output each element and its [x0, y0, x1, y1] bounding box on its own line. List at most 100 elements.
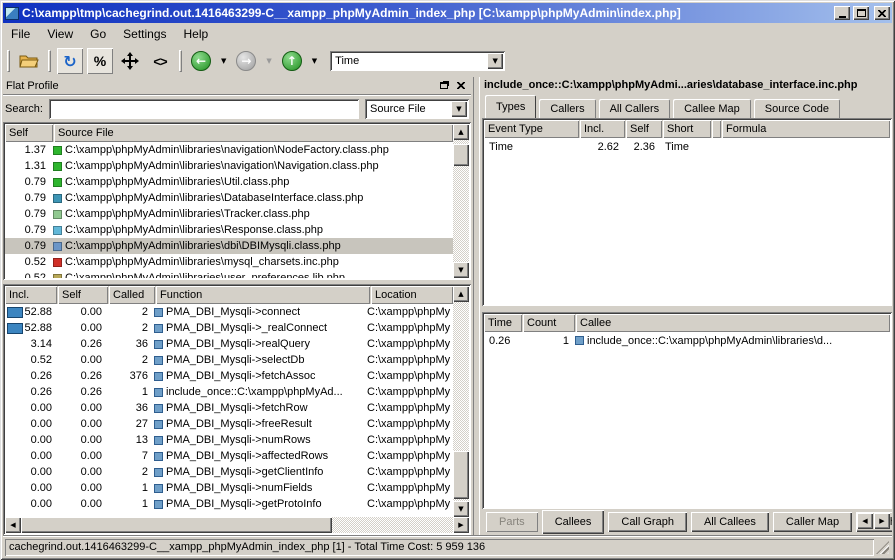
function-row[interactable]: 52.88 0.00 2 PMA_DBI_Mysqli->connect C:\…	[5, 304, 453, 320]
up-dropdown-arrow[interactable]: ▼	[312, 57, 317, 65]
column-header-self[interactable]: Self	[5, 124, 53, 142]
column-header-time[interactable]: Time	[484, 314, 522, 332]
file-row[interactable]: 0.79 C:\xampp\phpMyAdmin\libraries\Respo…	[5, 222, 453, 238]
close-button[interactable]	[874, 6, 890, 20]
file-row[interactable]: 0.79 C:\xampp\phpMyAdmin\libraries\dbi\D…	[5, 238, 453, 254]
function-row[interactable]: 3.14 0.26 36 PMA_DBI_Mysqli->realQuery C…	[5, 336, 453, 352]
function-row[interactable]: 0.00 0.00 27 PMA_DBI_Mysqli->freeResult …	[5, 416, 453, 432]
detail-tab[interactable]: Callers	[539, 99, 595, 118]
grouping-select[interactable]: Source File ▼	[365, 99, 469, 119]
file-row[interactable]: 0.79 C:\xampp\phpMyAdmin\libraries\Util.…	[5, 174, 453, 190]
file-row[interactable]: 0.79 C:\xampp\phpMyAdmin\libraries\Track…	[5, 206, 453, 222]
function-row[interactable]: 0.26 0.26 376 PMA_DBI_Mysqli->fetchAssoc…	[5, 368, 453, 384]
column-header-function[interactable]: Function	[156, 286, 370, 304]
detail-tab[interactable]: Types	[485, 95, 536, 118]
scroll-track[interactable]	[21, 517, 453, 533]
tab-scroll-right-button[interactable]: ▶	[874, 513, 890, 529]
event-type-row[interactable]: Time 2.62 2.36 Time	[484, 138, 890, 155]
scroll-track[interactable]	[453, 302, 469, 501]
detail-tab[interactable]: All Callers	[599, 99, 671, 118]
dock-close-button[interactable]	[453, 79, 468, 92]
dock-float-button[interactable]	[436, 79, 451, 92]
file-table-header: Self Source File	[5, 124, 453, 142]
scroll-thumb[interactable]	[453, 451, 469, 499]
up-button[interactable]: ↑	[279, 48, 305, 74]
forward-button[interactable]: →	[233, 48, 259, 74]
panel-splitter[interactable]	[473, 77, 480, 535]
scroll-down-button[interactable]: ▼	[453, 501, 469, 517]
maximize-button[interactable]	[853, 6, 869, 20]
function-name: PMA_DBI_Mysqli->selectDb	[166, 354, 304, 366]
scroll-thumb[interactable]	[21, 517, 332, 533]
column-header-short[interactable]: Short	[663, 120, 711, 138]
back-button[interactable]: ←	[188, 48, 214, 74]
forward-dropdown-arrow[interactable]: ▼	[266, 57, 271, 65]
scroll-up-button[interactable]: ▲	[453, 124, 469, 140]
function-row[interactable]: 0.00 0.00 1 PMA_DBI_Mysqli->getProtoInfo…	[5, 496, 453, 512]
location: C:\xampp\phpMy	[367, 402, 453, 414]
cycle-grouping-button[interactable]: <>	[147, 48, 173, 74]
back-arrow-icon: ←	[191, 51, 211, 71]
column-header-incl[interactable]: Incl.	[580, 120, 625, 138]
bottom-tab[interactable]: All Callees	[691, 512, 769, 532]
scroll-left-button[interactable]: ◀	[5, 517, 21, 533]
menu-item[interactable]: Settings	[123, 27, 166, 41]
function-row[interactable]: 0.00 0.00 2 PMA_DBI_Mysqli->getClientInf…	[5, 464, 453, 480]
file-row[interactable]: 0.79 C:\xampp\phpMyAdmin\libraries\Datab…	[5, 190, 453, 206]
resize-grip[interactable]	[876, 541, 889, 554]
menu-item[interactable]: Help	[184, 27, 209, 41]
event-type-select[interactable]: Time ▼	[330, 51, 505, 71]
toolbar-handle[interactable]	[48, 50, 51, 72]
search-input[interactable]	[49, 99, 359, 119]
column-header-source-file[interactable]: Source File	[54, 124, 453, 142]
file-row[interactable]: 1.31 C:\xampp\phpMyAdmin\libraries\navig…	[5, 158, 453, 174]
column-header-formula[interactable]: Formula	[722, 120, 890, 138]
percent-toggle-button[interactable]: %	[87, 48, 113, 74]
function-row[interactable]: 0.26 0.26 1 include_once::C:\xampp\phpMy…	[5, 384, 453, 400]
event-type-dropdown-button[interactable]: ▼	[487, 53, 503, 69]
file-row[interactable]: 0.52 C:\xampp\phpMyAdmin\libraries\user_…	[5, 270, 453, 278]
bottom-tab[interactable]: Parts	[486, 512, 538, 532]
function-row[interactable]: 0.00 0.00 13 PMA_DBI_Mysqli->numRows C:\…	[5, 432, 453, 448]
grouping-dropdown-button[interactable]: ▼	[451, 101, 467, 117]
detail-tab[interactable]: Source Code	[754, 99, 840, 118]
function-row[interactable]: 0.00 0.00 36 PMA_DBI_Mysqli->fetchRow C:…	[5, 400, 453, 416]
column-header-called[interactable]: Called	[109, 286, 155, 304]
scroll-track[interactable]	[453, 140, 469, 262]
bottom-tab[interactable]: Callees	[542, 510, 605, 534]
scroll-up-button[interactable]: ▲	[453, 286, 469, 302]
minimize-button[interactable]	[834, 6, 850, 20]
column-header-count[interactable]: Count	[523, 314, 575, 332]
scroll-right-button[interactable]: ▶	[453, 517, 469, 533]
menu-item[interactable]: View	[47, 27, 73, 41]
function-row[interactable]: 0.52 0.00 2 PMA_DBI_Mysqli->selectDb C:\…	[5, 352, 453, 368]
back-dropdown-arrow[interactable]: ▼	[221, 57, 226, 65]
open-file-button[interactable]	[16, 48, 42, 74]
bottom-tab[interactable]: Call Graph	[608, 512, 687, 532]
menu-item[interactable]: Go	[90, 27, 106, 41]
detail-tab[interactable]: Callee Map	[673, 99, 751, 118]
event-short-name: Time	[660, 141, 708, 153]
refresh-button[interactable]: ↻	[57, 48, 83, 74]
tab-scroll-left-button[interactable]: ◀	[857, 513, 873, 529]
incl-cost: 0.00	[5, 418, 57, 430]
file-row[interactable]: 0.52 C:\xampp\phpMyAdmin\libraries\mysql…	[5, 254, 453, 270]
column-header-callee[interactable]: Callee	[576, 314, 890, 332]
scroll-thumb[interactable]	[453, 144, 469, 166]
scroll-down-button[interactable]: ▼	[453, 262, 469, 278]
column-header-self[interactable]: Self	[626, 120, 662, 138]
bottom-tab[interactable]: Caller Map	[773, 512, 852, 532]
column-header-self[interactable]: Self	[58, 286, 108, 304]
function-row[interactable]: 0.00 0.00 7 PMA_DBI_Mysqli->affectedRows…	[5, 448, 453, 464]
column-header-incl[interactable]: Incl.	[5, 286, 57, 304]
file-row[interactable]: 1.37 C:\xampp\phpMyAdmin\libraries\navig…	[5, 142, 453, 158]
column-header-location[interactable]: Location	[371, 286, 453, 304]
callee-row[interactable]: 0.26 1 include_once::C:\xampp\phpMyAdmin…	[484, 332, 890, 349]
toolbar-handle[interactable]	[7, 50, 10, 72]
function-name-cell: PMA_DBI_Mysqli->numFields	[153, 482, 367, 494]
function-row[interactable]: 0.00 0.00 1 PMA_DBI_Mysqli->numFields C:…	[5, 480, 453, 496]
dock-layout-button[interactable]	[117, 48, 143, 74]
column-header-event-type[interactable]: Event Type	[484, 120, 579, 138]
menu-item[interactable]: File	[11, 27, 30, 41]
function-row[interactable]: 52.88 0.00 2 PMA_DBI_Mysqli->_realConnec…	[5, 320, 453, 336]
